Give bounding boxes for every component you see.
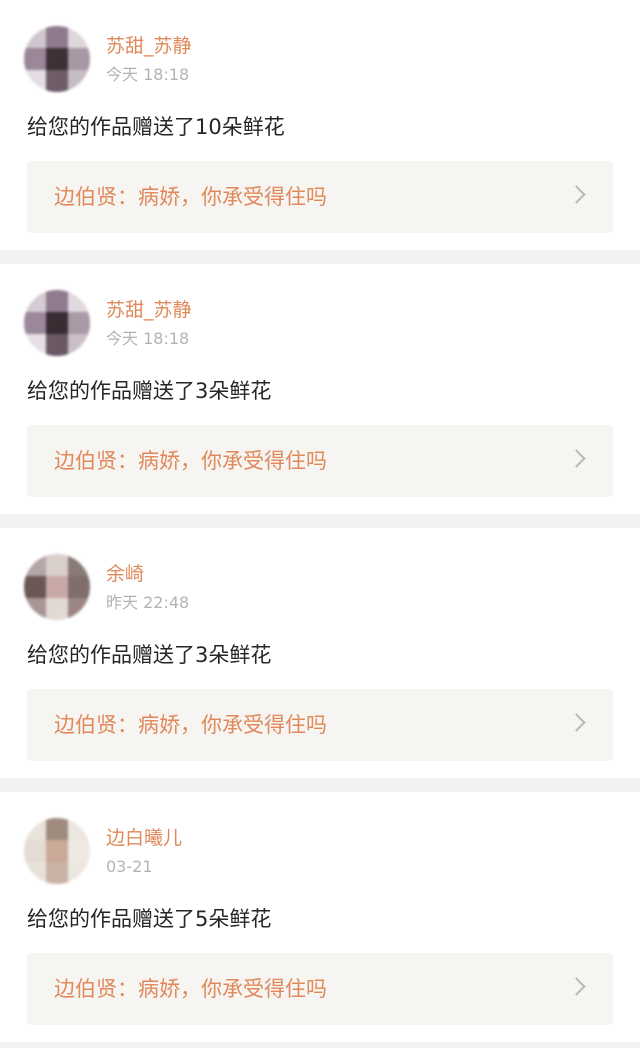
notification-card: 余崎 昨天 22:48 给您的作品赠送了3朵鲜花 边伯贤：病娇，你承受得住吗 [0, 528, 640, 778]
notification-card: 边白曦儿 03-21 给您的作品赠送了5朵鲜花 边伯贤：病娇，你承受得住吗 [0, 792, 640, 1042]
user-name[interactable]: 余崎 [106, 562, 144, 586]
timestamp: 今天 18:18 [106, 329, 190, 348]
work-link[interactable]: 边伯贤：病娇，你承受得住吗 [27, 425, 613, 497]
gift-message: 给您的作品赠送了10朵鲜花 [27, 115, 285, 139]
avatar-mosaic-tile [68, 818, 90, 840]
avatar-mosaic-tile [24, 312, 46, 334]
user-name[interactable]: 苏甜_苏静 [106, 298, 192, 322]
avatar-mosaic-tile [24, 840, 46, 862]
avatar-mosaic-tile [24, 818, 46, 840]
work-title: 边伯贤：病娇，你承受得住吗 [54, 713, 327, 737]
avatar-mosaic-tile [46, 554, 68, 576]
avatar-mosaic-tile [68, 48, 90, 70]
avatar-mosaic-tile [68, 840, 90, 862]
avatar-mosaic-tile [46, 840, 68, 862]
avatar-mosaic-tile [68, 862, 90, 884]
work-link[interactable]: 边伯贤：病娇，你承受得住吗 [27, 689, 613, 761]
avatar-mosaic-tile [68, 290, 90, 312]
avatar-mosaic-tile [46, 312, 68, 334]
avatar-mosaic-tile [24, 26, 46, 48]
avatar-mosaic-tile [68, 598, 90, 620]
avatar-mosaic-tile [24, 48, 46, 70]
gift-message: 给您的作品赠送了3朵鲜花 [27, 643, 272, 667]
avatar-mosaic-tile [68, 554, 90, 576]
avatar-mosaic-tile [46, 70, 68, 92]
timestamp: 今天 18:18 [106, 65, 190, 84]
avatar-mosaic-tile [24, 554, 46, 576]
timestamp: 03-21 [106, 857, 153, 876]
notification-card: 苏甜_苏静 今天 18:18 给您的作品赠送了10朵鲜花 边伯贤：病娇，你承受得… [0, 0, 640, 250]
avatar-mosaic-tile [46, 576, 68, 598]
avatar-mosaic-tile [46, 290, 68, 312]
avatar-mosaic-tile [46, 26, 68, 48]
avatar-mosaic-tile [24, 862, 46, 884]
work-link[interactable]: 边伯贤：病娇，你承受得住吗 [27, 161, 613, 233]
avatar-mosaic-tile [68, 26, 90, 48]
chevron-right-icon [567, 713, 586, 732]
timestamp: 昨天 22:48 [106, 593, 190, 612]
avatar[interactable] [24, 818, 90, 884]
chevron-right-icon [567, 185, 586, 204]
avatar-mosaic-tile [68, 334, 90, 356]
avatar-mosaic-tile [24, 598, 46, 620]
work-title: 边伯贤：病娇，你承受得住吗 [54, 977, 327, 1001]
user-name[interactable]: 苏甜_苏静 [106, 34, 192, 58]
avatar-mosaic-tile [68, 312, 90, 334]
avatar-mosaic-tile [46, 818, 68, 840]
chevron-right-icon [567, 977, 586, 996]
avatar-mosaic-tile [46, 598, 68, 620]
user-name[interactable]: 边白曦儿 [106, 826, 182, 850]
avatar-mosaic-tile [24, 576, 46, 598]
notification-card: 苏甜_苏静 今天 18:18 给您的作品赠送了3朵鲜花 边伯贤：病娇，你承受得住… [0, 264, 640, 514]
avatar-mosaic-tile [24, 334, 46, 356]
work-title: 边伯贤：病娇，你承受得住吗 [54, 449, 327, 473]
avatar[interactable] [24, 554, 90, 620]
avatar[interactable] [24, 26, 90, 92]
avatar-mosaic-tile [46, 48, 68, 70]
avatar-mosaic-tile [68, 576, 90, 598]
chevron-right-icon [567, 449, 586, 468]
avatar-mosaic-tile [68, 70, 90, 92]
gift-message: 给您的作品赠送了5朵鲜花 [27, 907, 272, 931]
work-link[interactable]: 边伯贤：病娇，你承受得住吗 [27, 953, 613, 1025]
avatar[interactable] [24, 290, 90, 356]
work-title: 边伯贤：病娇，你承受得住吗 [54, 185, 327, 209]
avatar-mosaic-tile [46, 334, 68, 356]
avatar-mosaic-tile [24, 70, 46, 92]
gift-message: 给您的作品赠送了3朵鲜花 [27, 379, 272, 403]
notification-feed: 苏甜_苏静 今天 18:18 给您的作品赠送了10朵鲜花 边伯贤：病娇，你承受得… [0, 0, 640, 1042]
avatar-mosaic-tile [46, 862, 68, 884]
avatar-mosaic-tile [24, 290, 46, 312]
